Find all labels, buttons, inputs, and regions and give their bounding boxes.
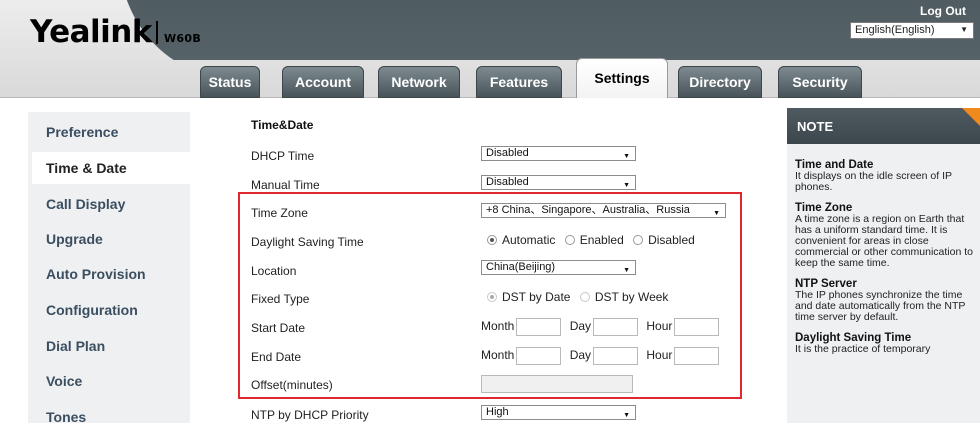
dst-automatic-label: Automatic bbox=[502, 233, 556, 247]
chevron-down-icon: ▼ bbox=[960, 25, 968, 34]
note-text-time-date: It displays on the idle screen of IP pho… bbox=[795, 170, 952, 193]
note-panel: NOTE Time and Date It displays on the id… bbox=[787, 108, 980, 423]
end-day-label: Day bbox=[569, 348, 592, 363]
ntp-priority-value: High bbox=[486, 406, 509, 418]
sidebar: Preference Time & Date Call Display Upgr… bbox=[28, 112, 222, 423]
dst-by-week-radio[interactable] bbox=[579, 292, 590, 302]
start-hour-label: Hour bbox=[646, 319, 673, 334]
manual-time-label: Manual Time bbox=[251, 178, 320, 192]
start-month-input[interactable] bbox=[516, 318, 562, 336]
start-date-fields: Month Day Hour bbox=[481, 318, 724, 336]
fixed-type-label: Fixed Type bbox=[251, 292, 310, 306]
note-text-dst: It is the practice of temporary bbox=[795, 343, 931, 355]
location-label: Location bbox=[251, 264, 297, 278]
dst-label: Daylight Saving Time bbox=[251, 235, 364, 249]
note-text-ntp-server: The IP phones synchronize the time and d… bbox=[795, 289, 966, 323]
sidebar-item-voice[interactable]: Voice bbox=[28, 365, 190, 397]
chevron-down-icon: ▼ bbox=[623, 153, 630, 160]
time-zone-value: +8 China、Singapore、Australia、Russia bbox=[486, 204, 690, 216]
dst-disabled-label: Disabled bbox=[648, 233, 695, 247]
start-hour-input[interactable] bbox=[674, 318, 720, 336]
tab-features[interactable]: Features bbox=[476, 66, 562, 98]
ntp-priority-select[interactable]: High ▼ bbox=[481, 405, 636, 420]
location-select[interactable]: China(Beijing) ▼ bbox=[481, 260, 636, 275]
model-label: W60B bbox=[163, 32, 202, 45]
yealink-logo: Yealink W60B bbox=[30, 14, 201, 50]
offset-label: Offset(minutes) bbox=[251, 378, 333, 392]
dst-enabled-radio[interactable] bbox=[564, 235, 575, 245]
end-month-input[interactable] bbox=[516, 347, 562, 365]
note-body: Time and Date It displays on the idle sc… bbox=[795, 159, 975, 355]
fixed-type-radio-group: DST by Date DST by Week bbox=[487, 290, 668, 304]
time-zone-label: Time Zone bbox=[251, 206, 308, 220]
start-day-input[interactable] bbox=[593, 318, 639, 336]
chevron-down-icon: ▼ bbox=[623, 412, 630, 419]
end-date-label: End Date bbox=[251, 350, 302, 364]
note-title: NOTE bbox=[787, 108, 980, 144]
tab-directory[interactable]: Directory bbox=[678, 66, 762, 98]
chevron-down-icon: ▼ bbox=[623, 267, 630, 274]
end-hour-label: Hour bbox=[646, 348, 673, 363]
dst-by-date-radio[interactable] bbox=[487, 292, 497, 302]
sidebar-item-preference[interactable]: Preference bbox=[28, 116, 190, 148]
language-select[interactable]: English(English) ▼ bbox=[850, 22, 974, 39]
dst-disabled-radio[interactable] bbox=[633, 235, 644, 245]
end-day-input[interactable] bbox=[593, 347, 639, 365]
note-text-time-zone: A time zone is a region on Earth that ha… bbox=[795, 213, 973, 269]
dhcp-time-value: Disabled bbox=[486, 147, 529, 159]
end-hour-input[interactable] bbox=[674, 347, 720, 365]
dhcp-time-label: DHCP Time bbox=[251, 149, 315, 163]
sidebar-item-configuration[interactable]: Configuration bbox=[28, 294, 190, 326]
tab-security[interactable]: Security bbox=[778, 66, 862, 98]
chevron-down-icon: ▼ bbox=[623, 182, 630, 189]
time-zone-select[interactable]: +8 China、Singapore、Australia、Russia ▼ bbox=[481, 203, 726, 218]
sidebar-item-tones[interactable]: Tones bbox=[28, 401, 190, 423]
note-corner-decoration bbox=[962, 108, 980, 126]
dst-radio-group: Automatic Enabled Disabled bbox=[487, 233, 695, 247]
dst-enabled-label: Enabled bbox=[579, 233, 624, 247]
start-date-label: Start Date bbox=[251, 321, 306, 335]
dst-by-week-label: DST by Week bbox=[594, 290, 669, 304]
location-value: China(Beijing) bbox=[486, 261, 556, 273]
sidebar-item-auto-provision[interactable]: Auto Provision bbox=[28, 258, 190, 290]
logout-link[interactable]: Log Out bbox=[920, 4, 966, 18]
ntp-priority-label: NTP by DHCP Priority bbox=[251, 408, 369, 422]
language-value: English(English) bbox=[855, 24, 935, 36]
start-month-label: Month bbox=[481, 319, 515, 334]
header: Yealink W60B Log Out English(English) ▼ S… bbox=[0, 0, 980, 98]
tab-network[interactable]: Network bbox=[378, 66, 460, 98]
end-month-label: Month bbox=[481, 348, 515, 363]
offset-input[interactable] bbox=[481, 375, 633, 393]
dst-automatic-radio[interactable] bbox=[487, 235, 497, 245]
section-title: Time&Date bbox=[251, 118, 314, 132]
sidebar-item-call-display[interactable]: Call Display bbox=[28, 188, 190, 220]
end-date-fields: Month Day Hour bbox=[481, 347, 724, 365]
manual-time-value: Disabled bbox=[486, 176, 529, 188]
tab-status[interactable]: Status bbox=[200, 66, 260, 98]
logo-text: Yealink bbox=[30, 14, 152, 50]
start-day-label: Day bbox=[569, 319, 592, 334]
tab-account[interactable]: Account bbox=[282, 66, 364, 98]
sidebar-item-dial-plan[interactable]: Dial Plan bbox=[28, 330, 190, 362]
tab-settings[interactable]: Settings bbox=[576, 58, 668, 98]
dhcp-time-select[interactable]: Disabled ▼ bbox=[481, 146, 636, 161]
dst-by-date-label: DST by Date bbox=[502, 290, 571, 304]
sidebar-item-upgrade[interactable]: Upgrade bbox=[28, 223, 190, 255]
manual-time-select[interactable]: Disabled ▼ bbox=[481, 175, 636, 190]
chevron-down-icon: ▼ bbox=[713, 210, 720, 217]
time-date-form: Time&Date DHCP Time Disabled ▼ Manual Ti… bbox=[190, 98, 780, 423]
